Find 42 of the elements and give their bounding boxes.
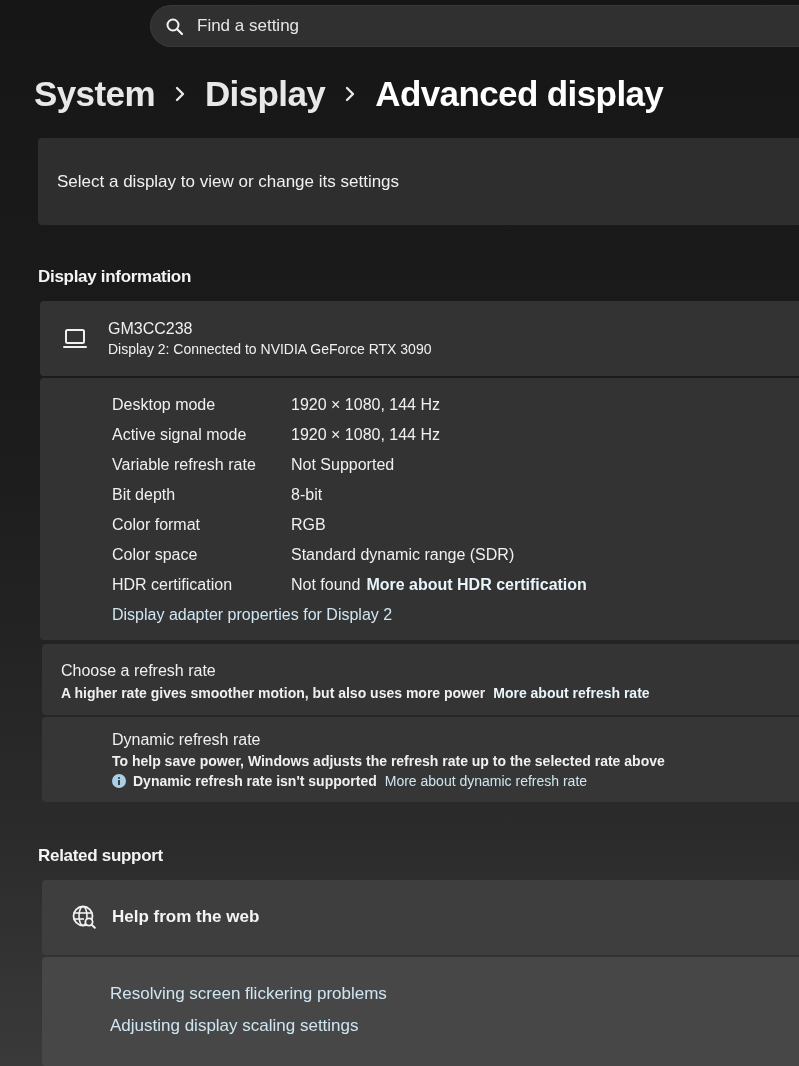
display-select-label: Select a display to view or change its settings bbox=[57, 171, 400, 192]
dynamic-refresh-notice: Dynamic refresh rate isn't supported bbox=[133, 773, 377, 790]
chevron-icon bbox=[174, 85, 185, 102]
adapter-properties-link[interactable]: Display adapter properties for Display 2 bbox=[112, 606, 393, 625]
property-label: Bit depth bbox=[112, 486, 177, 505]
property-value: 8-bit bbox=[291, 486, 323, 505]
dynamic-refresh-link[interactable]: More about dynamic refresh rate bbox=[384, 773, 588, 790]
search-icon bbox=[166, 18, 183, 35]
help-link[interactable]: Resolving screen flickering problems bbox=[110, 984, 387, 1004]
property-label: HDR certification bbox=[112, 576, 234, 595]
property-label: Color space bbox=[112, 546, 199, 565]
section-heading: Display information bbox=[38, 266, 191, 289]
property-value: 1920 × 1080, 144 Hz bbox=[291, 396, 440, 415]
refresh-rate-title: Choose a refresh rate bbox=[61, 662, 216, 681]
property-value: Not found bbox=[291, 576, 361, 595]
search-field[interactable]: Find a setting bbox=[150, 5, 799, 47]
monitor-name: GM3CC238 bbox=[108, 320, 193, 339]
property-value: Standard dynamic range (SDR) bbox=[291, 546, 515, 565]
help-link[interactable]: Adjusting display scaling settings bbox=[110, 1016, 359, 1036]
info-link[interactable]: More about HDR certification bbox=[366, 576, 587, 595]
dynamic-refresh-description: To help save power, Windows adjusts the refresh rate up to the selected rate above bbox=[112, 753, 665, 770]
property-label: Active signal mode bbox=[112, 426, 248, 445]
property-label: Desktop mode bbox=[112, 396, 217, 415]
page-title: Advanced display bbox=[375, 73, 664, 114]
refresh-rate-description: A higher rate gives smoother motion, but also uses more power bbox=[61, 685, 486, 702]
property-label: Variable refresh rate bbox=[112, 456, 257, 475]
help-expander[interactable]: Help from the web bbox=[42, 879, 799, 955]
breadcrumb-link[interactable]: System bbox=[34, 73, 155, 114]
monitor-connection: Display 2: Connected to NVIDIA GeForce RTX 3090 bbox=[108, 341, 432, 358]
breadcrumb-link[interactable]: Display bbox=[204, 73, 326, 114]
property-value: 1920 × 1080, 144 Hz bbox=[291, 426, 440, 445]
globe-icon bbox=[72, 905, 96, 930]
dynamic-refresh-title: Dynamic refresh rate bbox=[112, 731, 261, 750]
info-icon bbox=[112, 774, 126, 789]
refresh-rate-link[interactable]: More about refresh rate bbox=[493, 685, 650, 702]
display-select-card[interactable]: Select a display to view or change its settings bbox=[38, 138, 799, 226]
section-heading: Related support bbox=[38, 845, 163, 868]
monitor-icon bbox=[63, 328, 87, 349]
chevron-icon bbox=[345, 85, 356, 102]
property-value: Not Supported bbox=[291, 456, 395, 475]
property-value: RGB bbox=[291, 516, 326, 535]
property-label: Color format bbox=[112, 516, 202, 535]
